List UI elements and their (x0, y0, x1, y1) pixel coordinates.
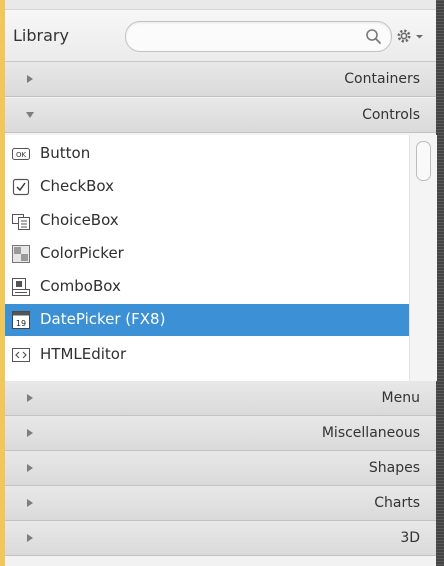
item-label: CheckBox (40, 177, 115, 195)
scroll-thumb[interactable] (416, 141, 431, 181)
section-3d[interactable]: 3D (5, 521, 436, 556)
section-label: Shapes (368, 460, 420, 476)
chevron-down-icon (416, 35, 423, 39)
list-item-colorpicker[interactable]: ColorPicker (5, 238, 409, 270)
library-panel: Library Containers Controls OK Button Ch… (5, 10, 437, 566)
svg-text:OK: OK (16, 151, 27, 159)
expanded-arrow-icon (26, 112, 34, 118)
section-miscellaneous[interactable]: Miscellaneous (5, 416, 436, 451)
list-item-choicebox[interactable]: ChoiceBox (5, 205, 409, 237)
section-label: Controls (362, 107, 420, 123)
datepicker-icon: 19 (12, 311, 30, 329)
library-title: Library (13, 26, 69, 45)
list-item-htmleditor[interactable]: HTMLEditor (5, 339, 409, 371)
item-label: DatePicker (FX8) (40, 310, 166, 328)
right-panel-edge (436, 0, 444, 566)
item-label: ColorPicker (40, 244, 124, 262)
search-icon[interactable] (365, 28, 382, 45)
colorpicker-icon (12, 245, 30, 263)
choicebox-icon (12, 214, 30, 230)
item-label: ComboBox (40, 277, 121, 295)
collapsed-arrow-icon (27, 429, 33, 437)
list-item-checkbox[interactable]: CheckBox (5, 171, 409, 203)
section-containers[interactable]: Containers (5, 62, 436, 97)
top-edge (5, 0, 436, 10)
library-header: Library (5, 10, 436, 62)
item-label: ChoiceBox (40, 211, 119, 229)
collapsed-arrow-icon (27, 534, 33, 542)
controls-scrollbar[interactable] (409, 135, 437, 381)
button-icon: OK (12, 148, 30, 160)
list-item-combobox[interactable]: ComboBox (5, 271, 409, 303)
svg-text:19: 19 (16, 319, 26, 328)
collapsed-arrow-icon (27, 464, 33, 472)
item-label: Button (40, 144, 91, 162)
collapsed-arrow-icon (27, 75, 33, 83)
list-item-button[interactable]: OK Button (5, 138, 409, 170)
section-label: Miscellaneous (321, 425, 420, 441)
collapsed-arrow-icon (27, 499, 33, 507)
section-shapes[interactable]: Shapes (5, 451, 436, 486)
section-label: Menu (381, 390, 420, 406)
section-menu[interactable]: Menu (5, 381, 436, 416)
htmleditor-icon (12, 348, 30, 362)
section-charts[interactable]: Charts (5, 486, 436, 521)
controls-list: OK Button CheckBox ChoiceBox ColorPicker… (5, 135, 436, 381)
list-item-datepicker[interactable]: 19 DatePicker (FX8) (5, 304, 409, 336)
search-box[interactable] (125, 21, 392, 52)
collapsed-arrow-icon (27, 394, 33, 402)
item-label: HTMLEditor (40, 345, 127, 363)
checkbox-icon (12, 178, 30, 196)
section-label: Charts (374, 495, 420, 511)
section-label: Containers (344, 71, 420, 87)
combobox-icon (12, 278, 30, 296)
section-controls[interactable]: Controls (5, 98, 436, 133)
section-label: 3D (400, 530, 420, 546)
gear-icon[interactable] (395, 26, 429, 46)
search-input[interactable] (138, 26, 362, 48)
